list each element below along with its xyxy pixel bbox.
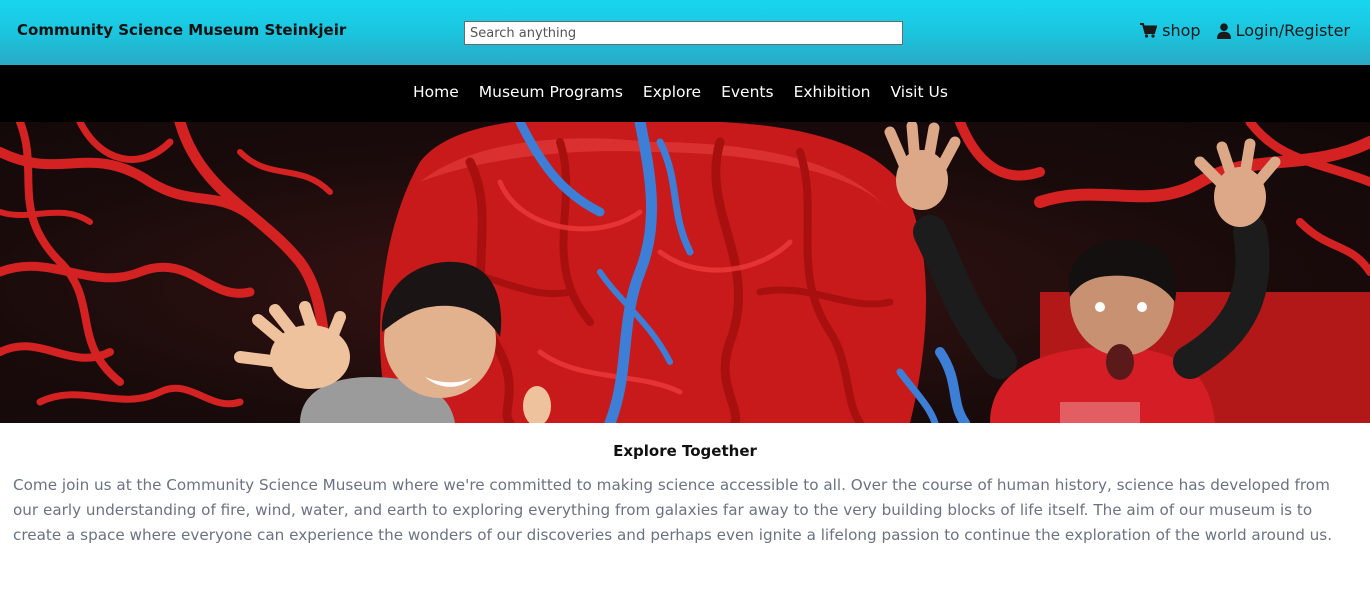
nav-item-visit-us[interactable]: Visit Us	[891, 83, 948, 101]
shop-label: shop	[1162, 21, 1201, 40]
nav-item-home[interactable]: Home	[413, 83, 459, 101]
nav-item-explore[interactable]: Explore	[643, 83, 701, 101]
login-register-link[interactable]: Login/Register	[1216, 21, 1350, 40]
account-links: shop Login/Register	[1140, 21, 1350, 40]
nav-item-museum-programs[interactable]: Museum Programs	[479, 83, 623, 101]
section-body: Come join us at the Community Science Mu…	[13, 476, 1333, 544]
main-nav: Home Museum Programs Explore Events Exhi…	[0, 65, 1370, 122]
nav-item-events[interactable]: Events	[721, 83, 773, 101]
user-icon	[1216, 22, 1231, 39]
top-header: Community Science Museum Steinkjeir shop	[0, 0, 1370, 65]
nav-items: Home Museum Programs Explore Events Exhi…	[413, 83, 948, 101]
section-title: Explore Together	[613, 442, 757, 460]
hero-image	[0, 122, 1370, 423]
cart-icon	[1140, 23, 1158, 38]
search-input[interactable]	[464, 21, 903, 45]
site-title[interactable]: Community Science Museum Steinkjeir	[17, 21, 346, 39]
nav-item-exhibition[interactable]: Exhibition	[794, 83, 871, 101]
hero-illustration	[0, 122, 1370, 423]
login-register-label: Login/Register	[1235, 21, 1350, 40]
shop-link[interactable]: shop	[1140, 21, 1201, 40]
